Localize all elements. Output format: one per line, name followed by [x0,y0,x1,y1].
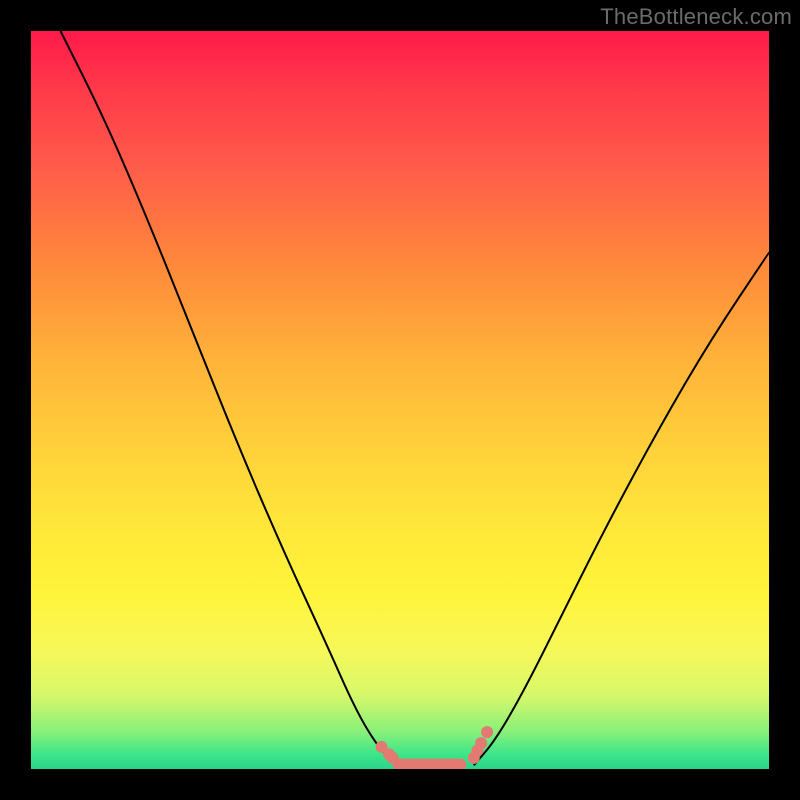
plot-area [31,31,769,769]
chart-frame: TheBottleneck.com [0,0,800,800]
bottleneck-curve [31,31,769,769]
watermark-text: TheBottleneck.com [600,4,792,30]
curve-markers [376,726,494,769]
marker-dot [481,726,493,738]
marker-flat-bar [393,759,467,769]
curve-right-branch [474,252,769,765]
marker-dot [475,737,487,749]
curve-left-branch [61,31,397,765]
